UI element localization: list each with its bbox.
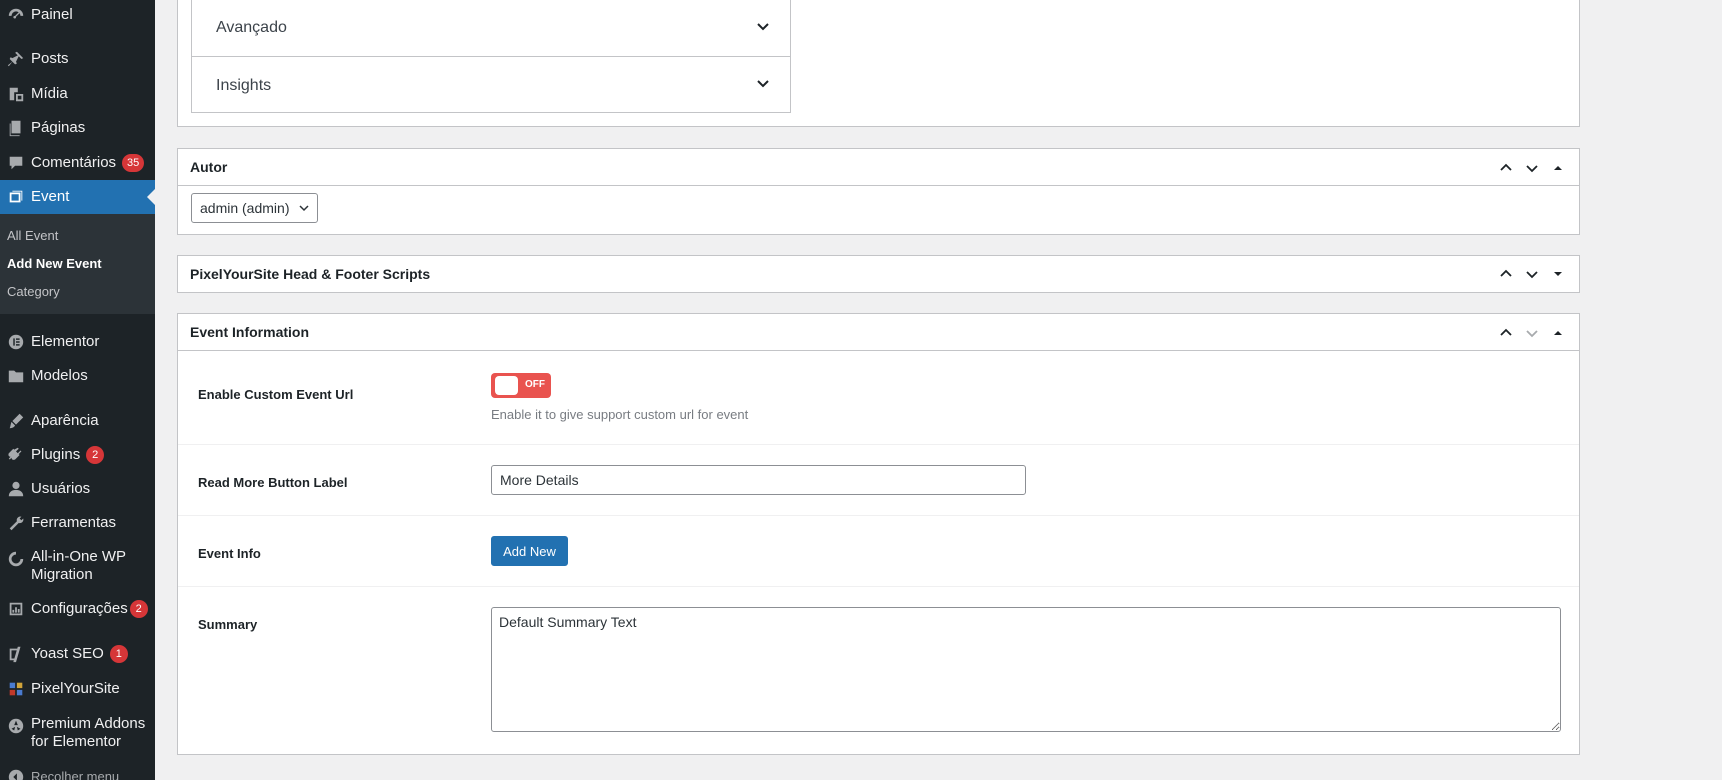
premium-addons-icon (0, 717, 31, 735)
submenu-add-new-event[interactable]: Add New Event (7, 256, 102, 271)
submenu-category[interactable]: Category (7, 284, 60, 299)
move-down-icon[interactable] (1521, 322, 1543, 344)
toggle-knob (495, 376, 518, 395)
event-icon (0, 188, 31, 206)
toggle-panel-icon[interactable] (1547, 322, 1569, 344)
custom-url-toggle[interactable]: OFF (491, 373, 551, 398)
elementor-icon (0, 333, 31, 351)
menu-paginas[interactable]: Páginas (0, 111, 155, 145)
menu-painel[interactable]: Painel (0, 0, 155, 32)
menu-comentarios[interactable]: Comentários 35 (0, 146, 155, 180)
active-menu-arrow (147, 189, 155, 205)
seo-postbox: Avançado Insights (177, 0, 1580, 127)
plug-icon (0, 446, 31, 464)
dashboard-icon (0, 6, 31, 24)
yoast-icon (0, 645, 31, 663)
menu-posts[interactable]: Posts (0, 42, 155, 76)
move-up-icon[interactable] (1495, 157, 1517, 179)
menu-ferramentas[interactable]: Ferramentas (0, 506, 155, 540)
event-info-box-header: Event Information (178, 314, 1579, 351)
summary-label: Summary (198, 617, 258, 632)
chevron-down-icon (756, 76, 770, 95)
add-new-button[interactable]: Add New (491, 536, 568, 566)
toggle-panel-icon[interactable] (1547, 157, 1569, 179)
event-information-postbox: Event Information Enable Custom Event Ur… (177, 313, 1580, 755)
event-info-label: Event Info (198, 546, 261, 561)
menu-plugins[interactable]: Plugins 2 (0, 438, 155, 472)
author-postbox: Autor admin (admin) (177, 148, 1580, 235)
collapse-menu-button[interactable]: Recolher menu (0, 760, 155, 780)
pixel-icon (0, 680, 31, 698)
settings-count-badge: 2 (129, 600, 148, 618)
comments-count-badge: 35 (122, 154, 145, 172)
wrench-icon (0, 514, 31, 532)
summary-textarea[interactable]: Default Summary Text (491, 607, 1561, 732)
move-up-icon[interactable] (1495, 263, 1517, 285)
menu-aparencia[interactable]: Aparência (0, 404, 155, 438)
yoast-count-badge: 1 (109, 645, 128, 663)
read-more-row: Read More Button Label (178, 444, 1579, 515)
custom-url-hint: Enable it to give support custom url for… (491, 407, 749, 422)
chevron-down-icon (756, 19, 770, 38)
summary-row: Summary Default Summary Text (178, 586, 1579, 754)
menu-all-in-one-migration[interactable]: All-in-One WP Migration (0, 548, 155, 588)
menu-yoast-seo[interactable]: Yoast SEO 1 (0, 637, 155, 671)
read-more-input[interactable] (491, 465, 1026, 495)
folder-icon (0, 367, 31, 385)
author-select[interactable]: admin (admin) (191, 193, 318, 223)
menu-midia[interactable]: Mídia (0, 77, 155, 111)
pin-icon (0, 50, 31, 68)
menu-configuracoes[interactable]: Configurações 2 (0, 592, 155, 626)
menu-premium-addons[interactable]: Premium Addons for Elementor (0, 715, 155, 755)
migration-icon (0, 550, 31, 568)
accordion-avancado[interactable]: Avançado (192, 0, 790, 57)
move-up-icon[interactable] (1495, 322, 1517, 344)
move-down-icon[interactable] (1521, 157, 1543, 179)
accordion-insights[interactable]: Insights (192, 57, 790, 114)
comment-icon (0, 154, 31, 172)
event-info-row: Event Info Add New (178, 515, 1579, 586)
menu-event[interactable]: Event (0, 180, 155, 214)
custom-url-label: Enable Custom Event Url (198, 387, 354, 402)
pys-box-header: PixelYourSite Head & Footer Scripts (178, 256, 1579, 292)
seo-accordion: Avançado Insights (191, 0, 791, 113)
pixelyoursite-postbox: PixelYourSite Head & Footer Scripts (177, 255, 1580, 293)
media-icon (0, 85, 31, 103)
collapse-icon (0, 768, 31, 780)
menu-usuarios[interactable]: Usuários (0, 472, 155, 506)
read-more-label: Read More Button Label (198, 475, 348, 490)
move-down-icon[interactable] (1521, 263, 1543, 285)
menu-modelos[interactable]: Modelos (0, 359, 155, 393)
page-icon (0, 119, 31, 137)
brush-icon (0, 412, 31, 430)
menu-elementor[interactable]: Elementor (0, 325, 155, 359)
user-icon (0, 480, 31, 498)
admin-sidebar: Painel Posts Mídia Páginas Comentários 3… (0, 0, 155, 780)
plugins-count-badge: 2 (86, 446, 105, 464)
submenu-all-event[interactable]: All Event (7, 228, 58, 243)
author-box-header: Autor (178, 149, 1579, 186)
settings-icon (0, 600, 31, 618)
toggle-panel-icon[interactable] (1547, 263, 1569, 285)
menu-pixelyoursite[interactable]: PixelYourSite (0, 672, 155, 706)
event-submenu: All Event Add New Event Category (0, 214, 155, 314)
custom-url-row: Enable Custom Event Url OFF Enable it to… (178, 352, 1579, 444)
